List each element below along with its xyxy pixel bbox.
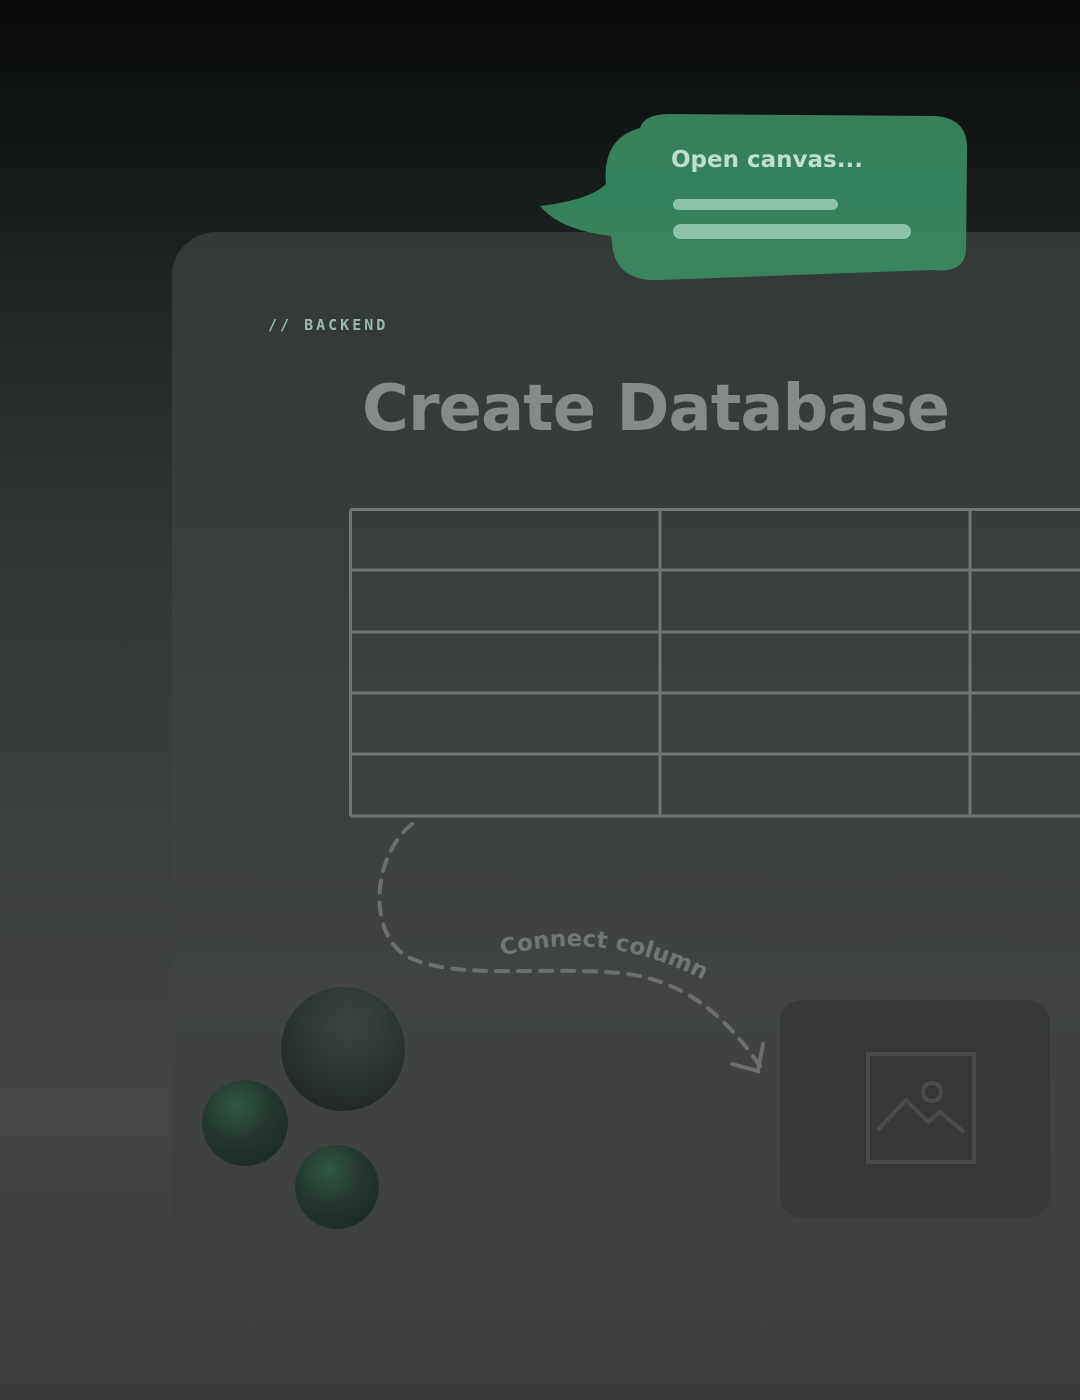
- connect-column-connector[interactable]: Connect column: [370, 818, 780, 1080]
- database-table: [349, 508, 1080, 818]
- connector-label: Connect column: [497, 926, 712, 985]
- image-placeholder-icon: [866, 1052, 976, 1164]
- page-title: Create Database: [362, 372, 950, 446]
- bubble-line-long: [673, 224, 911, 239]
- section-eyebrow: // BACKEND: [268, 316, 389, 334]
- canvas-stage: Open canvas... // BACKEND Create Databas…: [0, 0, 1080, 1400]
- sphere-small: [295, 1145, 379, 1229]
- sphere-large: [281, 987, 405, 1111]
- bubble-line-short: [673, 199, 838, 210]
- speech-bubble: [540, 114, 968, 281]
- bubble-text: Open canvas...: [671, 147, 863, 173]
- decorative-spheres: [202, 987, 405, 1229]
- sphere-medium: [202, 1080, 288, 1166]
